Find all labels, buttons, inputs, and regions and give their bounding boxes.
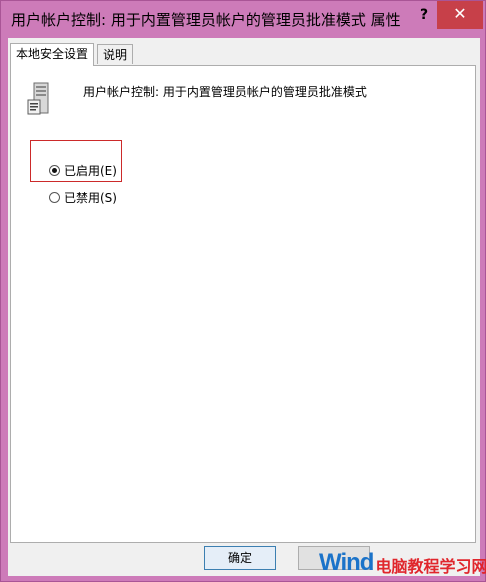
window-title: 用户帐户控制: 用于内置管理员帐户的管理员批准模式 属性 xyxy=(11,11,401,29)
help-button[interactable]: ? xyxy=(414,6,434,26)
enabled-option[interactable]: 已启用(E) xyxy=(49,162,117,178)
close-button[interactable]: ✕ xyxy=(437,1,483,29)
properties-window: 用户帐户控制: 用于内置管理员帐户的管理员批准模式 属性 ? ✕ 本地安全设置 … xyxy=(0,0,486,582)
disabled-label: 已禁用(S) xyxy=(64,190,117,205)
disabled-radio[interactable] xyxy=(49,191,60,203)
disabled-option[interactable]: 已禁用(S) xyxy=(49,189,117,205)
tab-explain[interactable]: 说明 xyxy=(97,44,134,64)
watermark-brand: Wind xyxy=(319,549,374,576)
title-bar[interactable]: 用户帐户控制: 用于内置管理员帐户的管理员批准模式 属性 ? ✕ xyxy=(1,1,485,37)
enabled-label: 已启用(E) xyxy=(64,163,117,178)
tab-panel: 用户帐户控制: 用于内置管理员帐户的管理员批准模式 已启用(E) 已禁用(S) xyxy=(10,65,476,543)
watermark-site: 电脑教程学习网 xyxy=(375,557,486,576)
tab-local-security-setting[interactable]: 本地安全设置 xyxy=(10,43,95,66)
policy-title: 用户帐户控制: 用于内置管理员帐户的管理员批准模式 xyxy=(83,85,367,99)
enabled-radio[interactable] xyxy=(49,164,60,176)
ok-button[interactable]: 确定 xyxy=(204,546,276,570)
server-policy-icon xyxy=(27,82,49,115)
dialog-client-area: 本地安全设置 说明 用户帐户控制: 用于内置管理员帐户的管理员批准模式 已启用(… xyxy=(8,38,480,576)
site-watermark: Wind 电脑教程学习网 xyxy=(319,547,486,577)
